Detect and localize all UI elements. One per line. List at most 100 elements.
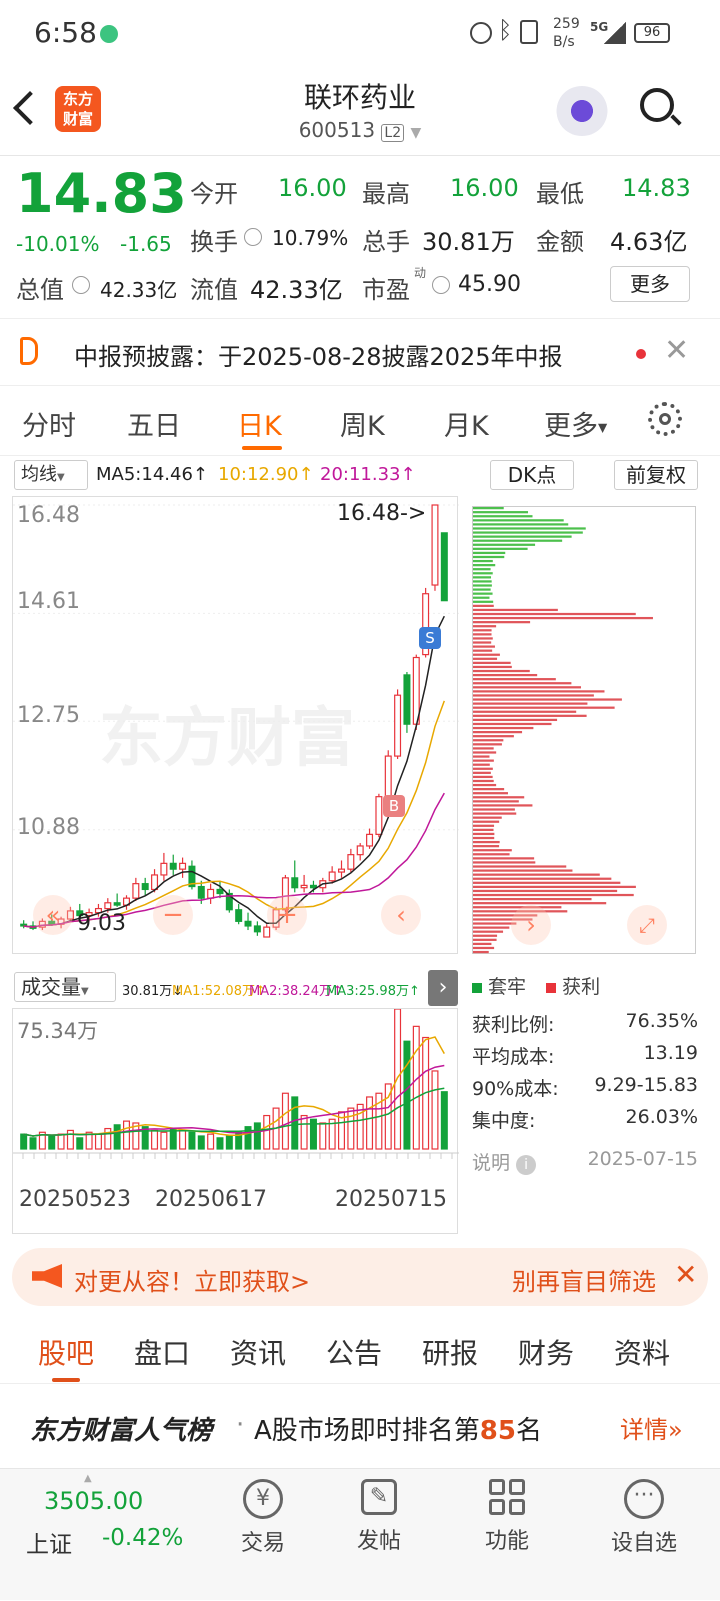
volume-chart[interactable]: 75.34万 20250523 20250617 20250715 (12, 1008, 459, 1234)
chip-explain-row[interactable]: 说明 i 2025-07-15 (472, 1138, 698, 1178)
volume-selector[interactable]: 成交量▼ (14, 972, 116, 1002)
chip-bar (473, 743, 502, 746)
chip-bar (473, 673, 538, 677)
stock-code-row[interactable]: 600513 L2 ▼ (260, 118, 460, 142)
explain-label: 说明 (472, 1152, 511, 1174)
chip-bar (473, 702, 588, 705)
tab-announcement[interactable]: 公告 (326, 1332, 382, 1372)
chip-bar (473, 588, 491, 591)
chip-distribution[interactable]: › ⤢ (472, 506, 696, 954)
volume-bar (113, 1124, 121, 1150)
tab-weekly-k[interactable]: 周K (340, 404, 385, 443)
tab-profile[interactable]: 资料 (614, 1332, 670, 1372)
legend-profit-swatch (546, 983, 557, 993)
nav-post[interactable]: ✎ 发帖 (334, 1479, 424, 1555)
help-icon: i (516, 1155, 537, 1175)
scroll-right-icon[interactable]: › (511, 905, 551, 945)
stock-title: 联环药业 (303, 81, 416, 114)
chip-bar (473, 559, 493, 563)
more-button[interactable]: 更多 (610, 266, 690, 302)
chip-bar (473, 555, 505, 559)
fq-button[interactable]: 前复权 (614, 460, 698, 490)
close-icon[interactable]: ✕ (674, 1258, 697, 1291)
nav-add-watchlist[interactable]: ··· 设自选 (594, 1479, 694, 1557)
candle-body (431, 504, 439, 586)
nav-trade[interactable]: ¥ 交易 (218, 1479, 308, 1557)
tab-daily-k[interactable]: 日K (237, 404, 282, 443)
chip-bar (473, 792, 508, 795)
index-widget[interactable]: ▲ 3505.00 上证 -0.42% (0, 1469, 190, 1601)
dk-button[interactable]: DK点 (490, 460, 574, 490)
sell-marker[interactable]: S (419, 627, 441, 649)
promo-banner[interactable]: 对更从容！立即获取> 别再盲目筛选 ✕ (12, 1248, 708, 1306)
candle-body (291, 877, 299, 889)
expand-right-icon[interactable]: › (428, 970, 458, 1006)
tab-timeshare[interactable]: 分时 (22, 404, 76, 443)
notice-bar[interactable]: 中报预披露：于2025-08-28披露2025年中报 ✕ (0, 318, 720, 386)
nav-functions[interactable]: 功能 (462, 1479, 552, 1555)
zoom-out-icon[interactable]: − (153, 895, 193, 935)
rank-detail-link[interactable]: 详情» (620, 1410, 683, 1445)
candle-body (375, 796, 383, 835)
search-icon[interactable] (640, 88, 682, 130)
chip-bar (473, 739, 504, 742)
settings-gear-icon[interactable] (648, 402, 682, 436)
turnover-value: 10.79% (272, 226, 349, 250)
buy-marker[interactable]: B (383, 795, 405, 817)
tab-pankou[interactable]: 盘口 (134, 1332, 190, 1372)
y-label-1: 16.48 (17, 503, 80, 528)
chip-svg (473, 507, 653, 954)
ma10-text: 10:12.90 (218, 464, 299, 485)
megaphone-icon (32, 1264, 62, 1288)
robot-avatar-icon[interactable] (556, 86, 608, 136)
chip-bar (473, 755, 490, 758)
chip-bar (473, 653, 500, 656)
tab-monthly-k[interactable]: 月K (444, 404, 489, 443)
app-logo[interactable]: 东方 财富 (55, 86, 101, 132)
double-chevron-icon: » (668, 1416, 683, 1444)
candle-body (160, 862, 168, 876)
volume-bar (179, 1129, 187, 1150)
chip-bar (473, 865, 567, 868)
low-label: 9.03 (77, 911, 126, 936)
tab-guba[interactable]: 股吧 (38, 1332, 94, 1372)
chip-bar (473, 845, 500, 848)
chip-bar (473, 543, 536, 546)
expand-icon[interactable]: ⤢ (627, 905, 667, 945)
kline-chart[interactable]: 东方财富 16.48 14.61 12.75 10.88 16.48-> 9.0… (12, 496, 459, 954)
ma-selector[interactable]: 均线▼ (14, 460, 88, 490)
zoom-in-icon[interactable]: + (267, 895, 307, 935)
volume-ma3: MA3:25.98万↑ (326, 984, 420, 999)
tab-finance[interactable]: 财务 (518, 1332, 574, 1372)
tab-five-day[interactable]: 五日 (127, 404, 181, 443)
chip-stat-row: 平均成本: 13.19 (472, 1042, 698, 1074)
yen-icon: ¥ (243, 1479, 283, 1519)
chip-bar (473, 897, 592, 901)
info-icon[interactable] (72, 276, 90, 294)
chip-bar (473, 604, 494, 607)
ma5-line (23, 615, 445, 928)
tab-research[interactable]: 研报 (422, 1332, 478, 1372)
scroll-left-icon[interactable]: ‹ (381, 895, 421, 935)
scroll-left-double-icon[interactable]: « (33, 895, 73, 935)
stat-value: 26.03% (625, 1106, 698, 1128)
chip-bar (473, 889, 618, 893)
info-icon[interactable] (432, 276, 450, 294)
chip-bar (473, 641, 492, 644)
candle-body (347, 854, 355, 870)
volume-bar (440, 1091, 448, 1150)
popularity-rank[interactable]: 东方财富人气榜 · A股市场即时排名第85名 详情» (0, 1386, 720, 1466)
tab-more[interactable]: 更多▼ (544, 404, 607, 443)
close-icon[interactable]: ✕ (664, 333, 689, 368)
candle-body (235, 909, 243, 922)
info-icon[interactable] (244, 228, 262, 246)
chip-stat-row: 90%成本: 9.29-15.83 (472, 1074, 698, 1106)
candle-body (197, 885, 205, 899)
volume-bar (356, 1103, 364, 1150)
chip-bar (473, 877, 612, 880)
chip-bar (473, 906, 562, 909)
chip-bar (473, 710, 577, 713)
volume-bar (403, 1040, 411, 1150)
tab-news[interactable]: 资讯 (230, 1332, 286, 1372)
back-icon[interactable] (13, 91, 47, 125)
